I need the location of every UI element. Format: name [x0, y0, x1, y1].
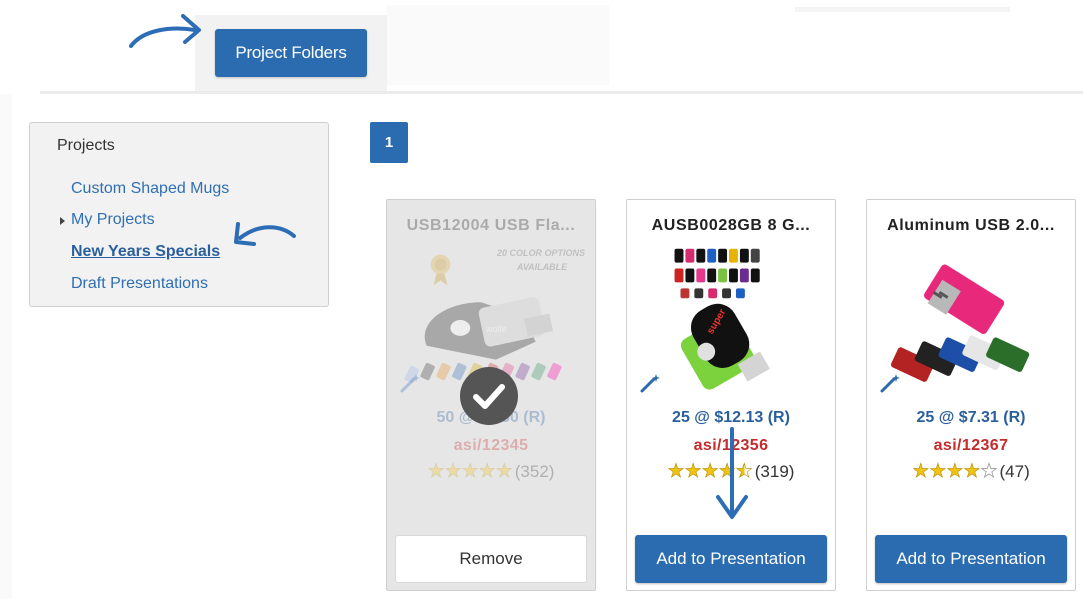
product-title[interactable]: AUSB0028GB 8 G... — [627, 217, 835, 235]
star-icon: ★ — [684, 461, 702, 483]
star-icon: ★ — [946, 461, 964, 483]
svg-text:wolfe: wolfe — [485, 324, 507, 334]
annotation-arrow-icon — [716, 427, 748, 519]
product-card[interactable]: USB12004 USB Fla... wolfe 20 COLOR OPTIO… — [386, 199, 596, 591]
product-title[interactable]: Aluminum USB 2.0... — [867, 217, 1075, 235]
add-to-presentation-button[interactable]: Add to Presentation — [635, 535, 827, 583]
top-middle-panel — [387, 5, 609, 85]
annotation-arrow-icon — [129, 14, 201, 48]
project-item-custom-shaped-mugs[interactable]: Custom Shaped Mugs — [71, 180, 229, 198]
product-rating: ★★★★★ (47) — [867, 461, 1075, 483]
product-title[interactable]: USB12004 USB Fla... — [387, 217, 595, 235]
top-right-bar — [795, 7, 1010, 12]
product-card[interactable]: AUSB0028GB 8 G... super 25 @ $12.13 (R) … — [626, 199, 836, 591]
product-card[interactable]: Aluminum USB 2.0... 25 @ $7.31 (R) asi/1… — [866, 199, 1076, 591]
magic-wand-icon[interactable] — [399, 372, 421, 394]
project-item-new-years-specials[interactable]: New Years Specials — [71, 243, 220, 261]
star-icon: ★ — [478, 461, 496, 483]
star-icon: ★ — [667, 461, 685, 483]
remove-button[interactable]: Remove — [395, 535, 587, 583]
magic-wand-icon[interactable] — [879, 372, 901, 394]
review-count[interactable]: (47) — [1000, 461, 1030, 483]
add-to-presentation-button[interactable]: Add to Presentation — [875, 535, 1067, 583]
star-icon: ★ — [427, 461, 445, 483]
image-caption: AVAILABLE — [517, 262, 568, 272]
star-icon: ★ — [461, 461, 479, 483]
magic-wand-icon[interactable] — [639, 372, 661, 394]
caret-right-icon[interactable] — [60, 217, 65, 225]
star-icon: ★ — [963, 461, 981, 483]
star-icon: ★ — [929, 461, 947, 483]
review-count[interactable]: (319) — [755, 461, 795, 483]
page: Project Folders Projects Custom Shaped M… — [0, 0, 1083, 599]
image-caption: 20 COLOR OPTIONS — [497, 248, 586, 258]
project-folders-button[interactable]: Project Folders — [215, 29, 367, 77]
star-icon: ★ — [495, 461, 513, 483]
left-gutter — [0, 94, 12, 599]
project-item-draft-presentations[interactable]: Draft Presentations — [71, 275, 208, 293]
product-asi[interactable]: asi/12345 — [387, 437, 595, 455]
annotation-arrow-icon — [234, 222, 296, 246]
review-count[interactable]: (352) — [515, 461, 555, 483]
star-empty-icon: ★ — [980, 461, 998, 483]
product-asi[interactable]: asi/12367 — [867, 437, 1075, 455]
product-price: 25 @ $7.31 (R) — [916, 409, 1026, 426]
projects-title: Projects — [57, 137, 115, 154]
page-1-button[interactable]: 1 — [370, 122, 408, 163]
checkmark-icon — [460, 367, 518, 425]
projects-panel: Projects Custom Shaped Mugs My Projects … — [29, 122, 329, 307]
star-icon: ★ — [444, 461, 462, 483]
star-icon: ★ — [912, 461, 930, 483]
product-rating: ★★★★★ (352) — [387, 461, 595, 483]
header-divider — [40, 91, 1083, 94]
project-item-my-projects[interactable]: My Projects — [71, 211, 155, 229]
